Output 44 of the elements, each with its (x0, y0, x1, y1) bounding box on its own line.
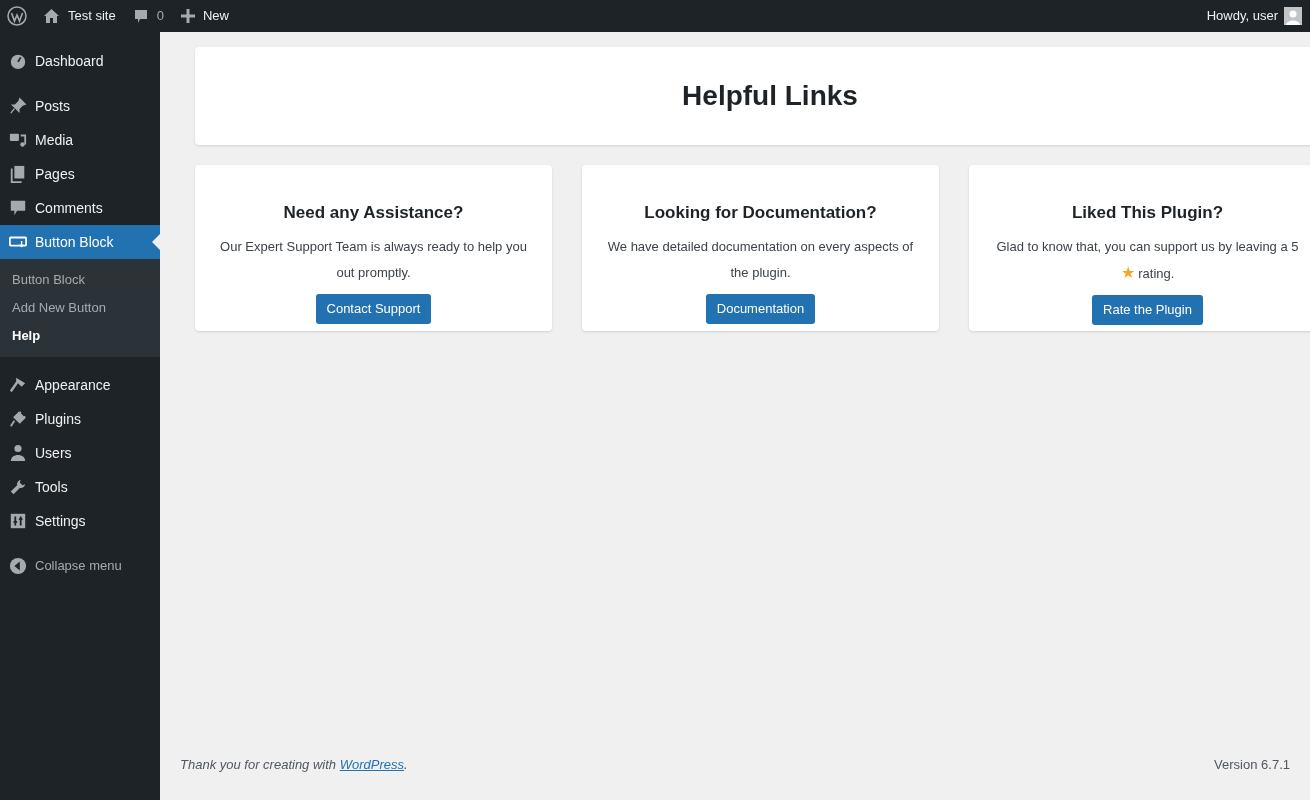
pushpin-icon (9, 97, 27, 115)
card-button[interactable]: Documentation (705, 293, 816, 324)
version-text: Version 6.7.1 (1214, 756, 1290, 774)
wrench-icon (9, 478, 27, 496)
card-title: Need any Assistance? (283, 202, 464, 224)
menu-item[interactable]: Comments (0, 191, 160, 225)
card-title: Liked This Plugin? (1071, 202, 1224, 224)
footer-text: Thank you for creating with WordPress. (180, 756, 408, 774)
menu-item[interactable]: Pages (0, 157, 160, 191)
pages-icon (9, 165, 27, 183)
collapse-menu-button[interactable]: Collapse menu (0, 549, 160, 583)
speech-bubble-icon (9, 199, 27, 217)
menu-item[interactable]: Media (0, 123, 160, 157)
speech-bubble-icon (133, 8, 148, 24)
menu-item[interactable]: Button Block (0, 225, 160, 259)
new-link[interactable]: New (180, 6, 229, 26)
submenu-item[interactable]: Add New Button (0, 294, 160, 322)
card-button[interactable]: Rate the Plugin (1092, 294, 1203, 325)
submenu-item[interactable]: Help (0, 322, 160, 350)
plus-icon (180, 9, 195, 23)
page-title: Helpful Links (682, 79, 858, 113)
wordpress-logo-icon[interactable] (7, 6, 27, 26)
menu-item[interactable]: Settings (0, 504, 160, 538)
card-description: Our Expert Support Team is always ready to help you out promptly. (219, 237, 528, 282)
sliders-icon (9, 512, 27, 530)
current-pointer-icon (152, 234, 160, 250)
card-title: Looking for Documentation? (644, 202, 877, 224)
site-link[interactable]: Test site (43, 6, 116, 26)
comments-link[interactable]: 0 (133, 6, 164, 26)
submenu-item[interactable]: Button Block (0, 266, 160, 294)
card-button[interactable]: Contact Support (315, 293, 432, 324)
menu-item[interactable]: Users (0, 436, 160, 470)
house-icon (43, 8, 60, 24)
menu-item[interactable]: Dashboard (0, 44, 160, 78)
card-description: Glad to know that, you can support us by leaving a 5 ★ rating. (995, 237, 1300, 283)
card-description: We have detailed documentation on every aspects of the plugin. (606, 237, 915, 282)
menu-item[interactable]: Appearance (0, 368, 160, 402)
menu-item[interactable]: Posts (0, 89, 160, 123)
gauge-icon (9, 52, 27, 70)
person-icon (9, 444, 27, 462)
wordpress-link[interactable]: WordPress (339, 757, 404, 772)
menu-item[interactable]: Tools (0, 470, 160, 504)
menu-item[interactable]: Plugins (0, 402, 160, 436)
greeting-link[interactable]: Howdy, user (1206, 6, 1278, 26)
